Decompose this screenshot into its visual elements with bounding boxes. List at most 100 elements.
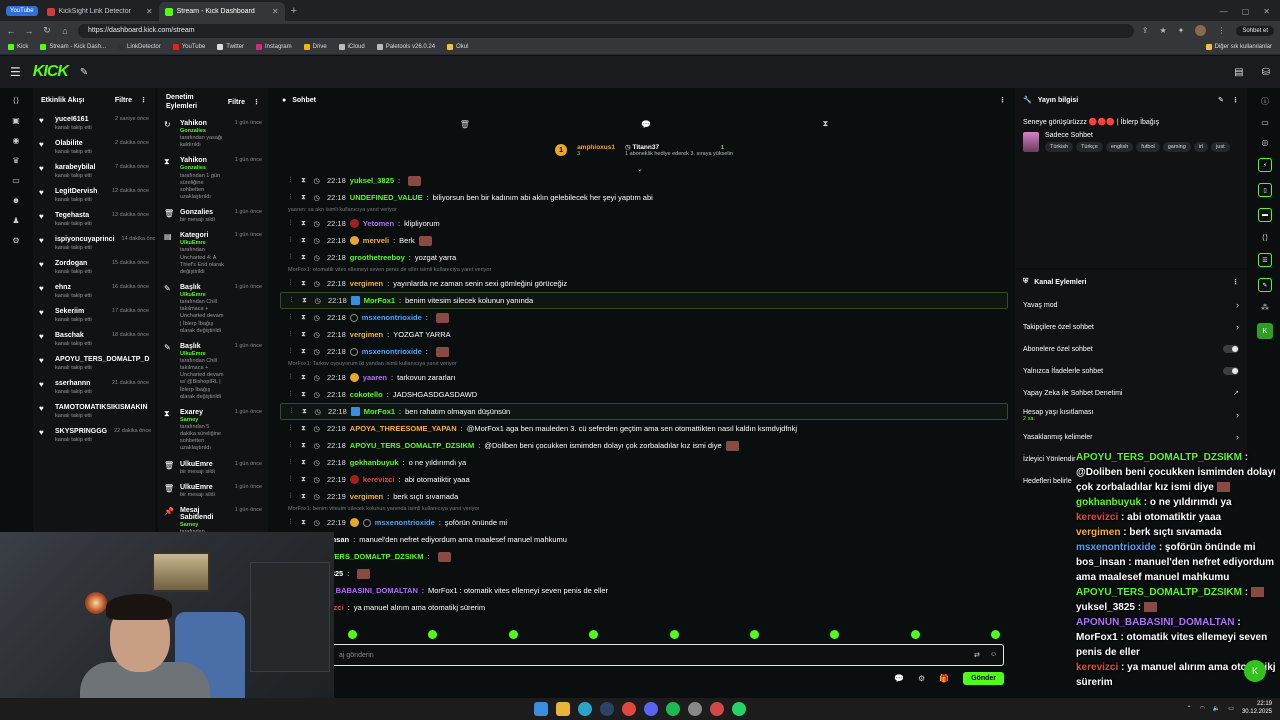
moderation-item[interactable]: 🗑 UlkuEmre bir mesajı sildi 1 gün önce xyxy=(158,480,268,503)
chat-message[interactable]: ◷APOYU_TERS_DOMALTP_DZSIKM: xyxy=(274,548,1014,565)
chat-input[interactable]: aj gönderin ⇄ ☺ xyxy=(332,644,1004,666)
timeout-icon[interactable]: ⧗ xyxy=(299,493,308,501)
channel-action-item[interactable]: Yasaklanmış kelimeler › xyxy=(1015,426,1247,448)
timeout-icon[interactable]: ⧗ xyxy=(299,348,308,356)
emoji-icon[interactable]: ☺ xyxy=(990,651,997,659)
back-icon[interactable]: ← xyxy=(6,26,16,36)
more-dots-icon[interactable]: ⫶ xyxy=(286,314,295,322)
timeout-icon[interactable]: ⧗ xyxy=(299,442,308,450)
emote-icon[interactable] xyxy=(749,630,759,639)
chat-username[interactable]: groothetreeboy xyxy=(350,253,405,262)
extensions-icon[interactable]: ✦ xyxy=(1178,26,1185,35)
emote-icon[interactable] xyxy=(428,630,438,639)
bookmark-item[interactable]: Paletools v26.0.24 xyxy=(376,44,435,50)
activity-item[interactable]: ♥ karabeybilal kanalı takip etti 7 dakika ö… xyxy=(33,160,155,184)
wifi-icon[interactable]: ◠ xyxy=(1200,705,1205,712)
avatar[interactable] xyxy=(1195,25,1207,36)
wallet-icon[interactable]: ⛁ xyxy=(1262,67,1270,78)
more-icon[interactable]: ⋮ xyxy=(1232,278,1239,286)
chat-settings-bubble-icon[interactable]: 💬 xyxy=(894,674,904,683)
panel-button[interactable]: ☰ xyxy=(1258,253,1272,267)
chat-message[interactable]: ⫶ ⧗ ◷ 22:18 APOYA_THREESOME_YAPAN: @MorFox1 a… xyxy=(274,420,1014,437)
more-dots-icon[interactable]: ⫶ xyxy=(286,348,295,356)
bookmark-item[interactable]: Drive xyxy=(303,44,327,50)
activity-item[interactable]: ♥ Sekeriim kanalı takip etti 17 dakika önce xyxy=(33,304,155,328)
history-icon[interactable]: ◷ xyxy=(312,476,321,484)
app-icon[interactable] xyxy=(710,702,724,716)
edge-icon[interactable] xyxy=(578,702,592,716)
timeout-icon[interactable]: ⧗ xyxy=(299,194,308,202)
more-dots-icon[interactable]: ⫶ xyxy=(287,297,296,305)
chrome-icon[interactable] xyxy=(622,702,636,716)
history-icon[interactable]: ◷ xyxy=(312,442,321,450)
new-tab-icon[interactable]: + xyxy=(285,5,303,21)
message-button[interactable]: ▬ xyxy=(1258,208,1272,222)
chat-username[interactable]: msxenontrioxide xyxy=(362,347,422,356)
chat-message[interactable]: ⫶ ⧗ ◷ 22:18 msxenontrioxide: xyxy=(274,343,1014,360)
kick-fab-icon[interactable]: K xyxy=(1244,660,1266,682)
hourglass-icon[interactable]: ⧗ xyxy=(823,119,829,129)
stream-tag[interactable]: just xyxy=(1211,142,1230,152)
channel-action-item[interactable]: Yapay Zeka ile Sohbet Denetimi ↗ xyxy=(1015,382,1247,404)
chat-message[interactable]: ⫶ ⧗ ◷ 22:19 msxenontrioxide: şoförün önünde m… xyxy=(274,514,1014,531)
users-icon[interactable]: ♟ xyxy=(12,216,19,225)
more-dots-icon[interactable]: ⫶ xyxy=(286,519,295,527)
more-icon[interactable]: ⋮ xyxy=(253,98,260,106)
activity-item[interactable]: ♥ Zordogan kanalı takip etti 15 dakika önce xyxy=(33,256,155,280)
timeout-icon[interactable]: ⧗ xyxy=(299,476,308,484)
spotify-icon[interactable] xyxy=(666,702,680,716)
channel-action-item[interactable]: Yalnızca İfadelerle sohbet xyxy=(1015,360,1247,382)
more-dots-icon[interactable]: ⫶ xyxy=(286,254,295,262)
timeout-icon[interactable]: ⧗ xyxy=(299,331,308,339)
chat-username[interactable]: vergimen xyxy=(350,330,383,339)
chat-message[interactable]: ◷APONUN_BABASINI_DOMALTAN:MorFox1 : otom… xyxy=(274,582,1014,599)
layout-icon[interactable]: ▤ xyxy=(1234,67,1243,78)
chat-message[interactable]: ⫶ ⧗ ◷ 22:18 MorFox1: ben rahatım olmayan düşü… xyxy=(280,403,1008,420)
gift-icon[interactable]: 🎁 xyxy=(939,674,949,683)
chat-message[interactable]: ⫶ ⧗ ◷ 22:18 vergimen: yayınlarda ne zaman sen… xyxy=(274,275,1014,292)
moderation-item[interactable]: ▤ Kategori UlkuEmre tarafından Uncharted 4… xyxy=(158,228,268,280)
bookmark-item[interactable]: Instagram xyxy=(255,44,292,50)
timeout-icon[interactable]: ⧗ xyxy=(299,177,308,185)
close-tab-icon[interactable]: ✕ xyxy=(146,7,153,16)
history-icon[interactable]: ◷ xyxy=(312,254,321,262)
chat-username[interactable]: vergimen xyxy=(350,279,383,288)
more-dots-icon[interactable]: ⫶ xyxy=(286,374,295,382)
moderation-item[interactable]: 🗑 UlkuEmre bir mesajı sildi 1 gün önce xyxy=(158,457,268,480)
whatsapp-icon[interactable] xyxy=(732,702,746,716)
moderation-item[interactable]: ↻ Yahikon Gonzalies tarafından yasağı kald… xyxy=(158,116,268,153)
youtube-pill[interactable]: YouTube xyxy=(6,6,38,16)
chat-username[interactable]: yuksel_3825 xyxy=(350,176,394,185)
timeout-icon[interactable]: ⧗ xyxy=(299,459,308,467)
more-icon[interactable]: ⋮ xyxy=(140,96,147,104)
bookmark-item[interactable]: iCloud xyxy=(338,44,365,50)
bookmark-item[interactable]: YouTube xyxy=(172,44,205,50)
timeout-icon[interactable]: ⧗ xyxy=(299,237,308,245)
flash-button[interactable]: ⚡ xyxy=(1258,158,1272,172)
emote-icon[interactable] xyxy=(910,630,920,639)
activity-item[interactable]: ♥ LegitDervish kanalı takip etti 12 dakika … xyxy=(33,184,155,208)
send-button[interactable]: Gönder xyxy=(963,671,1004,685)
activity-item[interactable]: ♥ TAMOTOMATIKSIKISMAKIN kanalı takip etti xyxy=(33,400,155,424)
settings-icon[interactable]: ⚙ xyxy=(12,236,19,245)
activity-item[interactable]: ♥ APOYU_TERS_DOMALTP_D kanalı takip etti xyxy=(33,352,155,376)
timeout-icon[interactable]: ⧗ xyxy=(299,425,308,433)
chat-icon[interactable]: ▭ xyxy=(12,176,20,185)
edit-icon[interactable]: ✎ xyxy=(1218,96,1224,104)
history-icon[interactable]: ◷ xyxy=(313,408,322,416)
activity-item[interactable]: ♥ yuceI6161 kanalı takip etti 2 saniye önce xyxy=(33,112,155,136)
kick-green-button[interactable]: K xyxy=(1257,323,1273,339)
stream-icon[interactable]: ◉ xyxy=(13,136,20,145)
code-icon[interactable]: ⟨⟩ xyxy=(1262,233,1268,242)
chat-message[interactable]: ⫶ ⧗ ◷ 22:18 yuksel_3825: xyxy=(274,172,1014,189)
mobile-button[interactable]: ▯ xyxy=(1258,183,1272,197)
chat-message[interactable]: ⫶ ⧗ ◷ 22:18 yaaren: tarkovun zararları xyxy=(274,369,1014,386)
chat-message[interactable]: ⫶ ⧗ ◷ 22:18 gokhanbuyuk: o ne yıldırımdı ya xyxy=(274,454,1014,471)
close-tab-icon[interactable]: ✕ xyxy=(272,7,279,16)
chat-username[interactable]: gokhanbuyuk xyxy=(350,458,399,467)
chat-username[interactable]: vergimen xyxy=(350,492,383,501)
moderation-item[interactable]: 🗑 Gonzalies bir mesajı sildi 1 gün önce xyxy=(158,205,268,228)
steam-icon[interactable] xyxy=(600,702,614,716)
share-icon[interactable]: ⇪ xyxy=(1142,26,1149,35)
chat-message[interactable]: ⫶ ⧗ ◷ 22:18 UNDEFINED_VALUE: biliyorsun ben b… xyxy=(274,189,1014,206)
